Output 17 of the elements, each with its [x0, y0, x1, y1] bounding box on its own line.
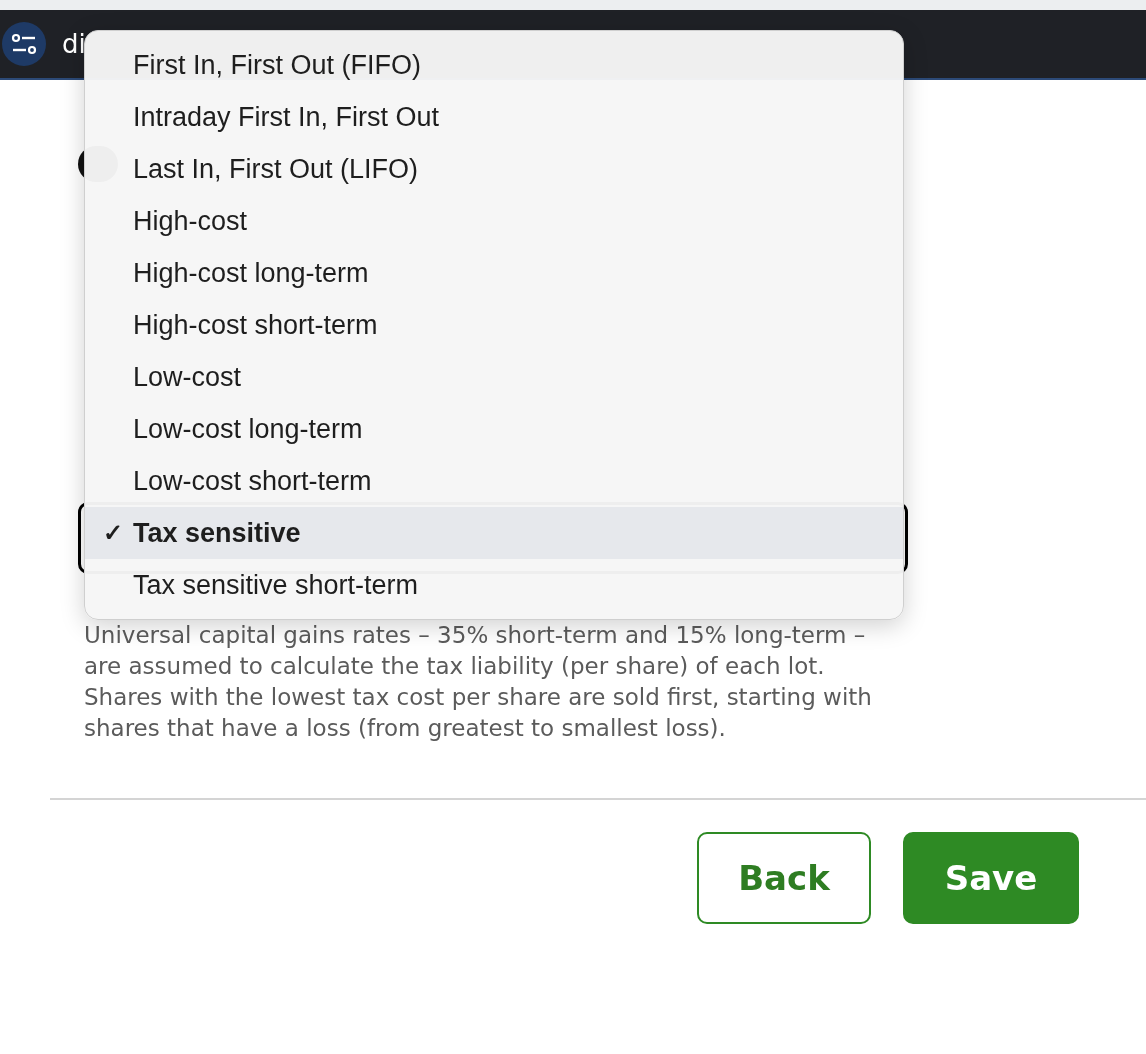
back-button[interactable]: Back: [697, 832, 871, 924]
menu-item[interactable]: Low-cost long-term: [85, 403, 903, 455]
menu-item[interactable]: Intraday First In, First Out: [85, 91, 903, 143]
menu-item[interactable]: High-cost long-term: [85, 247, 903, 299]
menu-item[interactable]: Tax sensitive short-term: [85, 559, 903, 611]
menu-item[interactable]: High-cost short-term: [85, 299, 903, 351]
menu-item[interactable]: ✓ Tax sensitive: [85, 507, 903, 559]
page-title: di: [62, 29, 86, 59]
menu-item[interactable]: First In, First Out (FIFO): [85, 39, 903, 91]
check-icon: ✓: [103, 519, 123, 547]
menu-item[interactable]: Low-cost short-term: [85, 455, 903, 507]
menu-item[interactable]: Last In, First Out (LIFO): [85, 143, 903, 195]
method-description: Universal capital gains rates – 35% short-term and 15% long-term – are assumed to calculate the tax liability (per share) of each lot. Shares with the lowest tax cost per share are sold first, starting with shares that have a loss (from greatest to smallest loss).: [84, 621, 873, 743]
save-button[interactable]: Save: [903, 832, 1079, 924]
settings-icon[interactable]: [2, 22, 46, 66]
menu-item[interactable]: Low-cost: [85, 351, 903, 403]
menu-item[interactable]: High-cost: [85, 195, 903, 247]
